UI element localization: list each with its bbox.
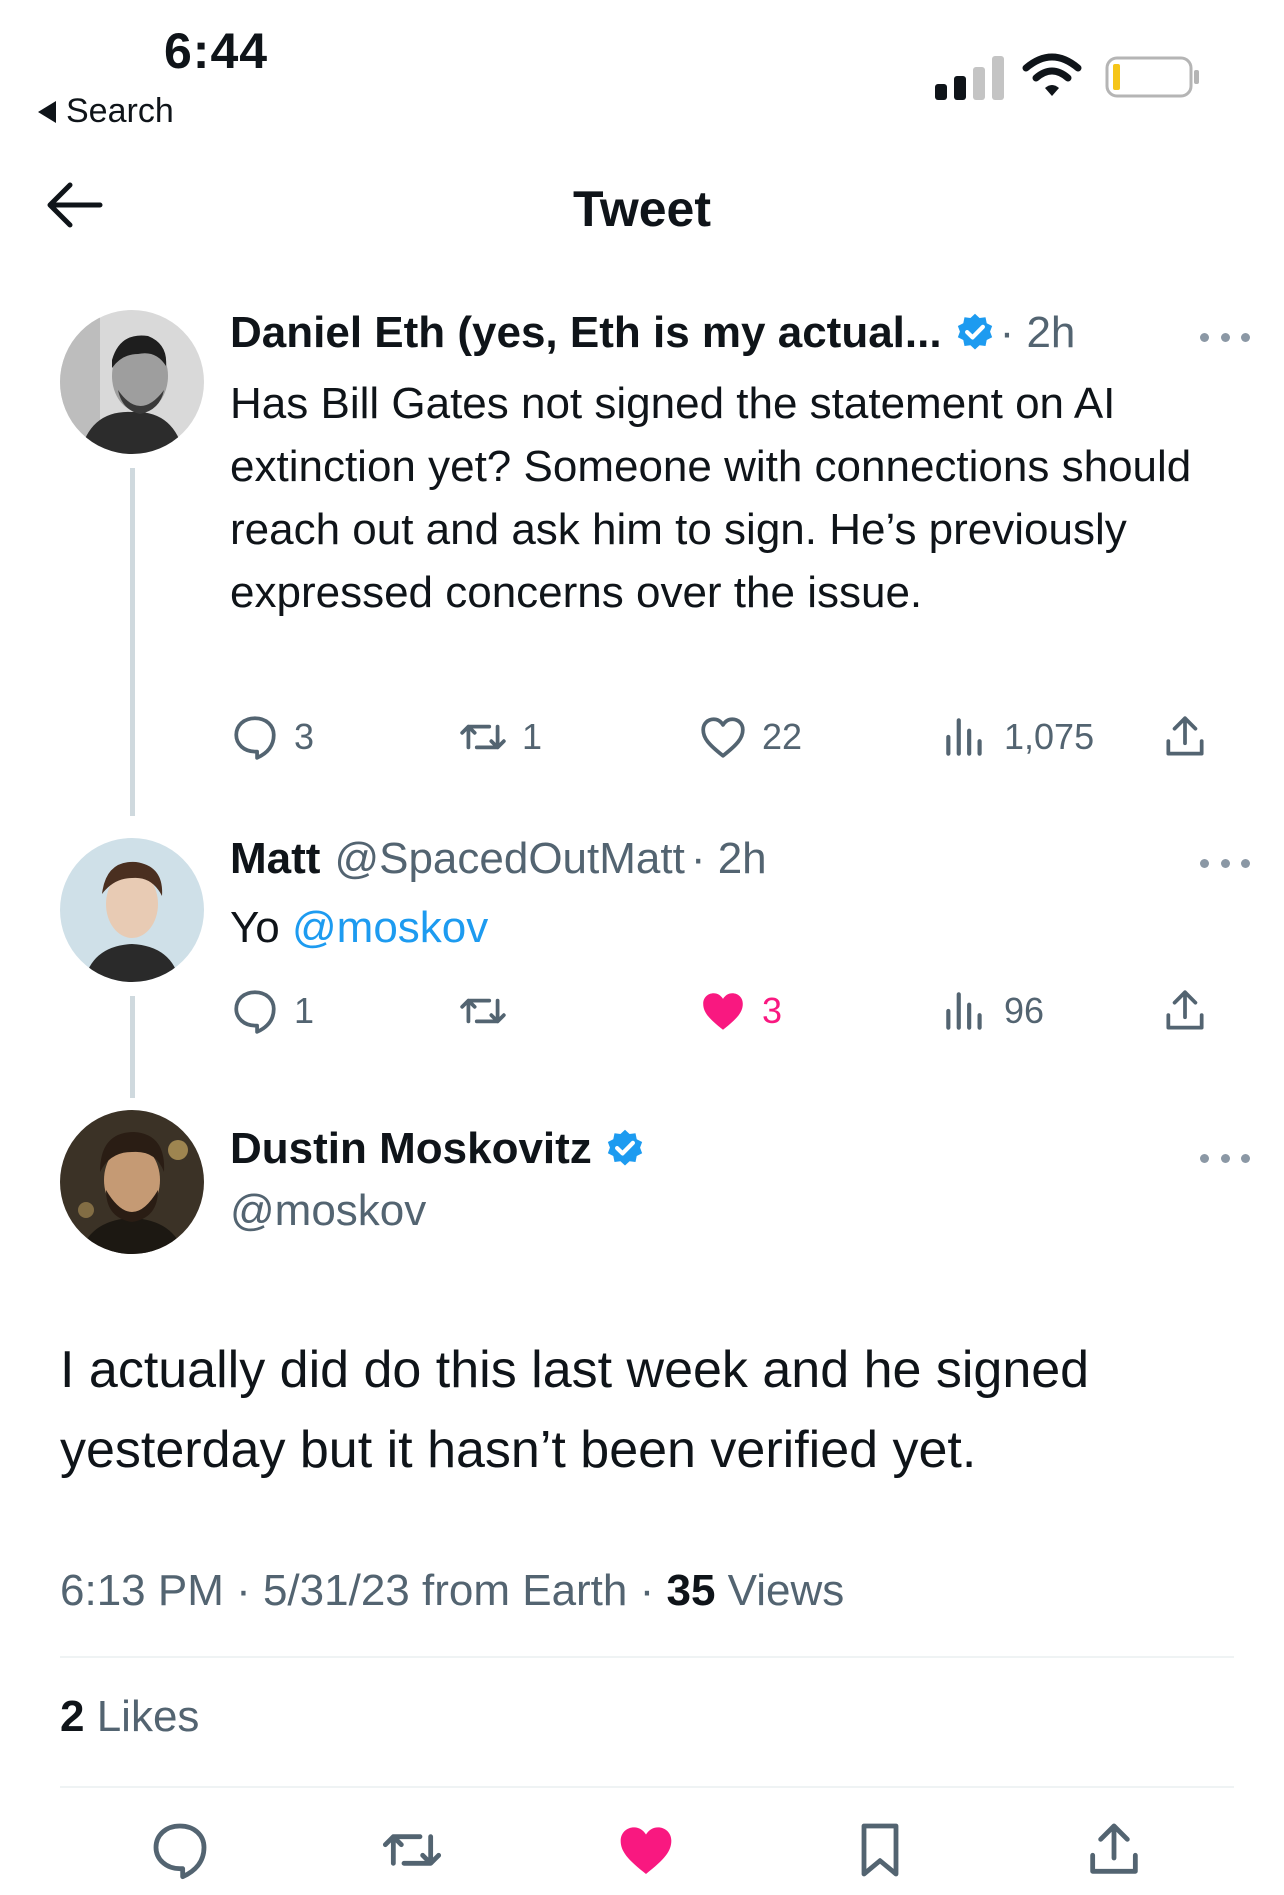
- reply-button[interactable]: 3: [230, 712, 314, 762]
- cellular-signal-icon: [935, 56, 1004, 100]
- author-header: Dustin Moskovitz: [230, 1124, 650, 1174]
- share-icon: [1166, 990, 1204, 1030]
- views-label: Views: [715, 1566, 845, 1615]
- status-time: 6:44: [164, 23, 269, 79]
- views-button[interactable]: 96: [940, 986, 1044, 1036]
- author-name[interactable]: Daniel Eth (yes, Eth is my actual...: [230, 308, 942, 358]
- retweet-button[interactable]: 1: [458, 712, 542, 762]
- reply-icon: [234, 990, 276, 1034]
- back-triangle-icon: [38, 100, 56, 123]
- more-icon[interactable]: [1200, 853, 1250, 873]
- likes-summary[interactable]: 2 Likes: [60, 1692, 199, 1742]
- divider: [60, 1786, 1234, 1788]
- author-handle[interactable]: @moskov: [230, 1186, 426, 1236]
- tweet-timestamp: 6:13 PM · 5/31/23 from Earth ·: [60, 1566, 667, 1615]
- avatar-dustin-moskovitz[interactable]: [60, 1110, 204, 1254]
- views-icon: [946, 992, 982, 1030]
- tweet-text: Has Bill Gates not signed the statement …: [230, 379, 1192, 617]
- tweet-header: Daniel Eth (yes, Eth is my actual... · 2…: [230, 308, 1075, 358]
- author-name[interactable]: Dustin Moskovitz: [230, 1124, 592, 1174]
- bookmark-icon[interactable]: [848, 1818, 912, 1882]
- main-tweet-text: I actually did do this last week and he …: [60, 1341, 1090, 1479]
- views-count: 1,075: [1004, 716, 1095, 757]
- share-button[interactable]: [1160, 712, 1210, 762]
- tweet-actions: 1 3 96: [230, 986, 1240, 1046]
- views-count: 96: [1004, 990, 1045, 1031]
- likes-label: Likes: [84, 1692, 200, 1741]
- tweet-text-prefix: Yo: [230, 903, 293, 952]
- retweet-icon: [460, 998, 506, 1024]
- like-icon: [701, 717, 745, 758]
- reply-count: 1: [294, 990, 315, 1031]
- author-handle-row: @moskov: [230, 1186, 426, 1236]
- tweet-timestamp-row: 6:13 PM · 5/31/23 from Earth · 35 Views: [60, 1566, 844, 1616]
- like-count: 3: [762, 990, 783, 1031]
- more-icon[interactable]: [1200, 327, 1250, 347]
- verified-badge-icon: [957, 313, 992, 350]
- tweet-time: · 2h: [999, 308, 1076, 357]
- retweet-icon: [460, 724, 506, 750]
- tweet-text: Yo @moskov: [230, 896, 488, 959]
- like-filled-icon[interactable]: [614, 1818, 678, 1882]
- reply-icon: [234, 716, 276, 760]
- like-button[interactable]: 3: [698, 986, 782, 1036]
- avatar-daniel-eth[interactable]: [60, 310, 204, 454]
- reply-count: 3: [294, 716, 315, 757]
- more-icon[interactable]: [1200, 1148, 1250, 1168]
- share-button[interactable]: [1160, 986, 1210, 1036]
- tweet-time: · 2h: [690, 834, 767, 883]
- like-button[interactable]: 22: [698, 712, 802, 762]
- tweet-header: Matt @SpacedOutMatt · 2h: [230, 834, 767, 884]
- share-icon[interactable]: [1082, 1818, 1146, 1882]
- battery-icon: [1105, 56, 1199, 98]
- views-button[interactable]: 1,075: [940, 712, 1094, 762]
- thread-line: [130, 468, 135, 816]
- retweet-icon[interactable]: [380, 1818, 444, 1882]
- reply-button[interactable]: 1: [230, 986, 314, 1036]
- like-filled-icon: [703, 993, 743, 1030]
- page-title: Tweet: [573, 181, 711, 237]
- retweet-count: 1: [522, 716, 543, 757]
- reply-icon[interactable]: [148, 1818, 212, 1882]
- retweet-button[interactable]: [458, 986, 522, 1036]
- wifi-icon: [1022, 53, 1082, 96]
- back-to-app-link[interactable]: Search: [38, 92, 174, 131]
- share-icon: [1166, 716, 1204, 756]
- verified-badge-icon: [607, 1129, 642, 1166]
- tweet-page: 6:44 Search Tweet Daniel Eth (yes, Eth i…: [0, 0, 1284, 1895]
- thread-line: [130, 996, 135, 1098]
- views-count: 35: [666, 1566, 716, 1615]
- divider: [60, 1656, 1234, 1658]
- likes-count: 2: [60, 1692, 85, 1741]
- main-tweet-actions: [0, 1818, 1284, 1888]
- mention-link[interactable]: @moskov: [292, 903, 488, 952]
- author-name[interactable]: Matt: [230, 834, 320, 884]
- back-app-label: Search: [66, 92, 174, 130]
- avatar-matt[interactable]: [60, 838, 204, 982]
- author-handle[interactable]: @SpacedOutMatt: [334, 834, 684, 884]
- views-icon: [946, 718, 982, 756]
- like-count: 22: [762, 716, 803, 757]
- tweet-actions: 3 1 22 1,075: [230, 712, 1240, 772]
